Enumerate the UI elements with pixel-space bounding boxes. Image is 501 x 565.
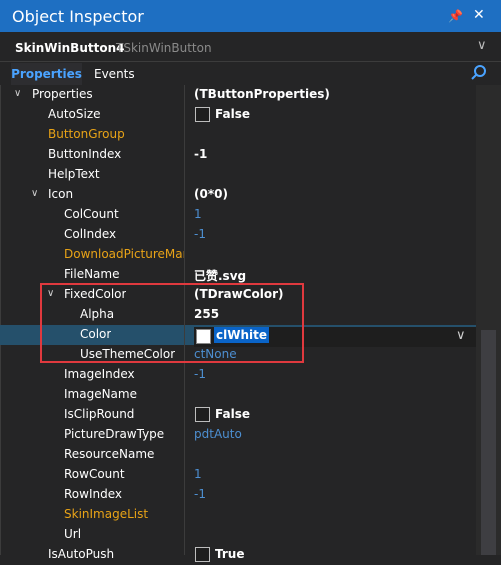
property-name: ImageIndex [64, 367, 135, 381]
tab-bar: Properties Events [0, 63, 501, 85]
object-name: SkinWinButton4 [15, 41, 125, 55]
row-imageindex[interactable]: ImageIndex -1 [0, 365, 476, 385]
row-filename[interactable]: FileName 已赞.svg [0, 265, 476, 285]
property-value: (0*0) [194, 187, 228, 201]
property-name: PictureDrawType [64, 427, 165, 441]
property-value: (TButtonProperties) [194, 87, 330, 101]
property-name: ImageName [64, 387, 137, 401]
chevron-down-icon[interactable]: ∨ [477, 38, 487, 53]
pin-icon[interactable]: 📌 [448, 9, 463, 23]
property-value: -1 [194, 227, 206, 241]
window-title: Object Inspector [12, 7, 144, 26]
row-properties[interactable]: ∨ Properties (TButtonProperties) [0, 85, 476, 105]
title-bar: Object Inspector 📌 ✕ [0, 0, 501, 32]
row-rowindex[interactable]: RowIndex -1 [0, 485, 476, 505]
property-value: 1 [194, 207, 202, 221]
property-name: IsClipRound [64, 407, 135, 421]
property-name: Icon [48, 187, 74, 201]
row-picturedrawtype[interactable]: PictureDrawType pdtAuto [0, 425, 476, 445]
chevron-down-icon[interactable]: ∨ [456, 328, 466, 343]
row-buttongroup[interactable]: ButtonGroup [0, 125, 476, 145]
close-icon[interactable]: ✕ [473, 7, 485, 23]
property-name: SkinImageList [64, 507, 149, 521]
row-isclipround[interactable]: IsClipRound False [0, 405, 476, 425]
row-isautopush[interactable]: IsAutoPush True [0, 545, 476, 565]
row-icon[interactable]: ∨ Icon (0*0) [0, 185, 476, 205]
checkbox[interactable] [195, 107, 210, 122]
row-skinimagelist[interactable]: SkinImageList [0, 505, 476, 525]
property-name: ColIndex [64, 227, 117, 241]
property-name: RowCount [64, 467, 125, 481]
row-autosize[interactable]: AutoSize False [0, 105, 476, 125]
property-name: FileName [64, 267, 120, 281]
row-resourcename[interactable]: ResourceName [0, 445, 476, 465]
chevron-down-icon[interactable]: ∨ [14, 88, 21, 99]
property-name: ButtonIndex [48, 147, 122, 161]
tab-events[interactable]: Events [94, 63, 135, 85]
chevron-down-icon[interactable]: ∨ [31, 188, 38, 199]
property-value: pdtAuto [194, 427, 242, 441]
property-name: AutoSize [48, 107, 101, 121]
row-helptext[interactable]: HelpText [0, 165, 476, 185]
object-selector[interactable]: SkinWinButton4 TSkinWinButton ∨ [0, 35, 501, 62]
row-imagename[interactable]: ImageName [0, 385, 476, 405]
scrollbar-thumb[interactable] [481, 330, 496, 555]
property-value: 已赞.svg [194, 269, 247, 283]
property-value: False [215, 107, 250, 121]
checkbox[interactable] [195, 407, 210, 422]
property-name: ButtonGroup [48, 127, 125, 141]
search-icon[interactable] [470, 64, 488, 82]
property-value: -1 [194, 487, 206, 501]
row-buttonindex[interactable]: ButtonIndex -1 [0, 145, 476, 165]
highlight-box [40, 283, 304, 363]
row-downloadpicturemanager[interactable]: DownloadPictureMana [0, 245, 476, 265]
property-value: 1 [194, 467, 202, 481]
property-value: -1 [194, 147, 208, 161]
row-colcount[interactable]: ColCount 1 [0, 205, 476, 225]
property-name: Url [64, 527, 82, 541]
row-colindex[interactable]: ColIndex -1 [0, 225, 476, 245]
property-value: False [215, 407, 250, 421]
property-name: IsAutoPush [48, 547, 115, 561]
row-url[interactable]: Url [0, 525, 476, 545]
property-name: Properties [32, 87, 93, 101]
property-value: True [215, 547, 245, 561]
object-type: TSkinWinButton [116, 41, 212, 55]
property-name: ResourceName [64, 447, 155, 461]
property-name: HelpText [48, 167, 100, 181]
property-name: DownloadPictureMana [64, 247, 184, 261]
property-name: RowIndex [64, 487, 122, 501]
property-name: ColCount [64, 207, 119, 221]
property-value: -1 [194, 367, 206, 381]
tab-properties[interactable]: Properties [11, 63, 82, 85]
row-rowcount[interactable]: RowCount 1 [0, 465, 476, 485]
